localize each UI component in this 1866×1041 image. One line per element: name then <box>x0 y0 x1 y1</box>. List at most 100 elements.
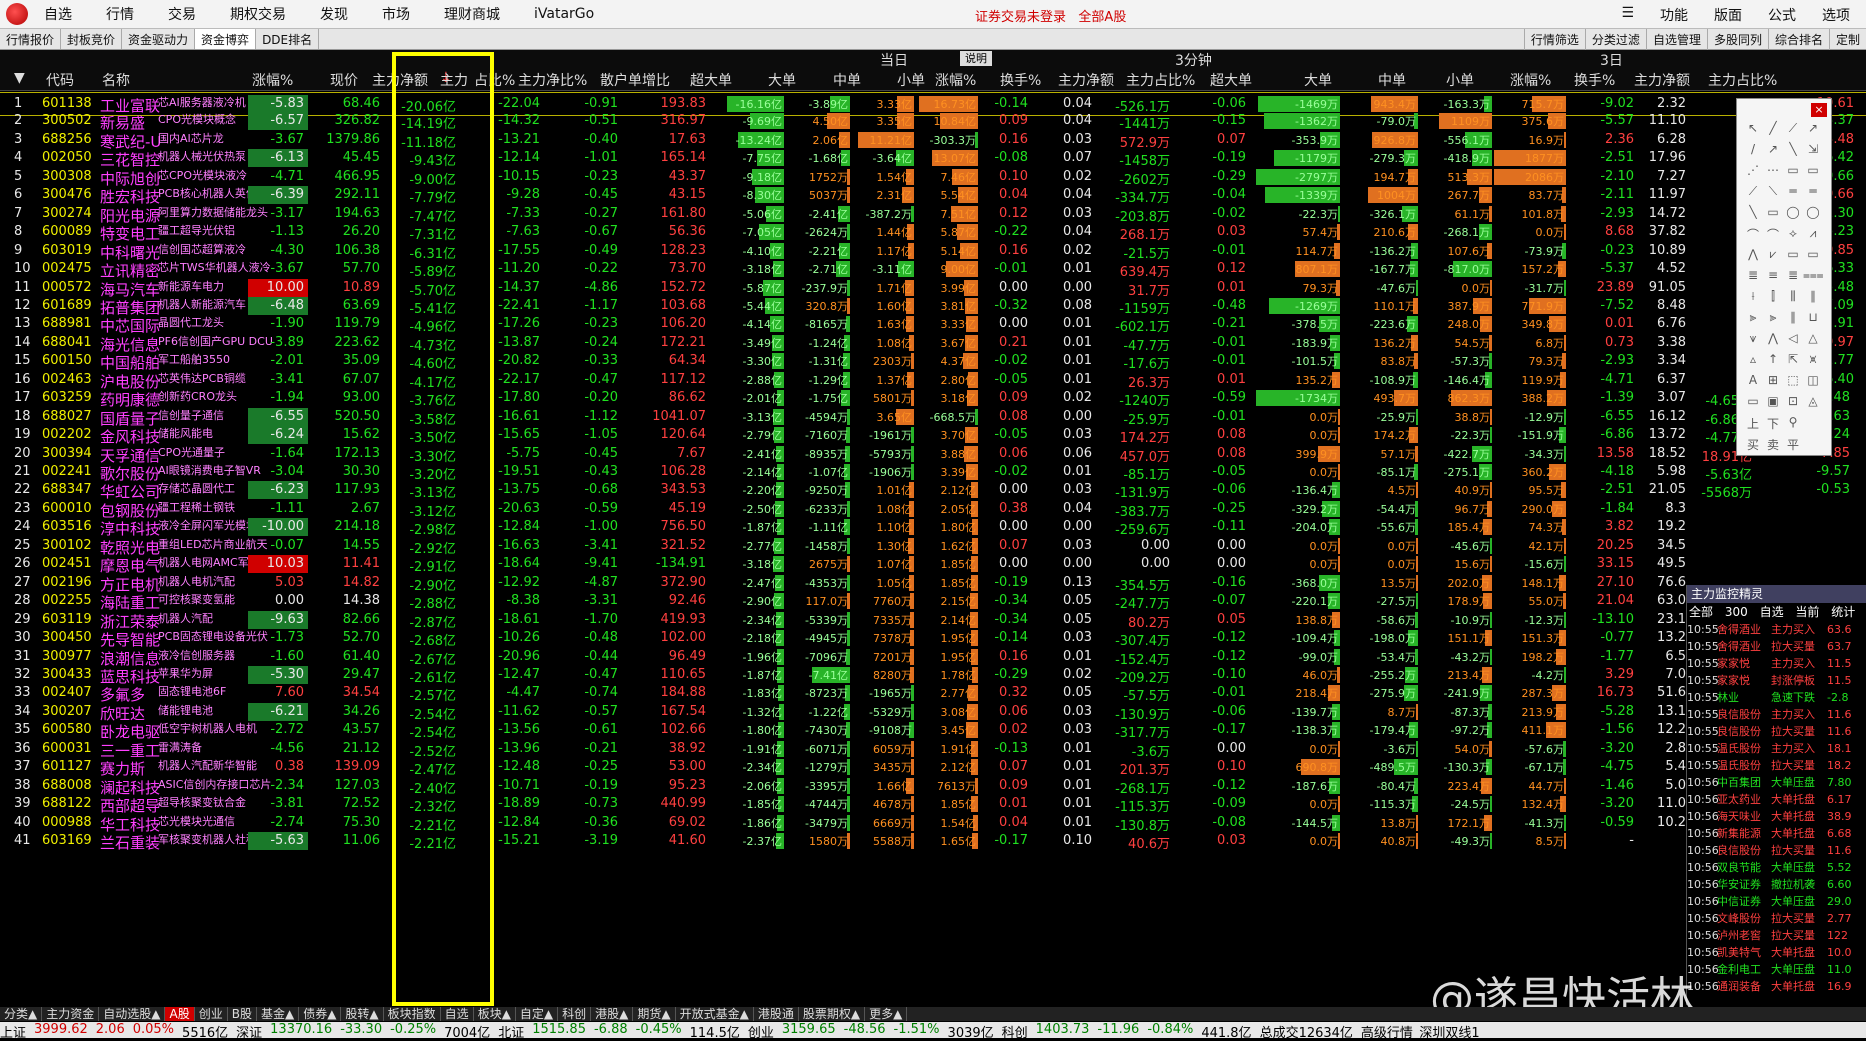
menu-gongshi[interactable]: 公式 <box>1768 5 1796 25</box>
tab-fenlei-guolv[interactable]: 分类过滤 <box>1584 29 1646 50</box>
draw-tool-icon[interactable]: ⋯ <box>1763 163 1783 184</box>
stock-code[interactable]: 002050 <box>42 150 92 165</box>
market-tab[interactable]: 港股通 <box>754 1007 799 1021</box>
monitor-row[interactable]: 10:56亚太药业 大单托盘 6.17 <box>1687 791 1866 808</box>
draw-tool-icon[interactable]: ▭ <box>1803 247 1823 268</box>
draw-tool-icon[interactable]: ▭ <box>1803 163 1823 184</box>
stock-code[interactable]: 601127 <box>42 759 92 774</box>
draw-tool-icon[interactable]: ≣ <box>1743 268 1763 289</box>
stock-code[interactable]: 603019 <box>42 243 92 258</box>
stock-code[interactable]: 300394 <box>42 446 92 461</box>
menu-faxian[interactable]: 发现 <box>320 4 348 24</box>
draw-tool-icon[interactable]: 上 <box>1743 415 1763 436</box>
draw-tool-icon[interactable]: △ <box>1803 331 1823 352</box>
monitor-row[interactable]: 10:56文峰股份 拉大买量 2.77 <box>1687 910 1866 927</box>
monitor-stock[interactable]: 温氏股份 <box>1717 740 1771 757</box>
col-turnover-3m[interactable]: 换手% <box>1000 70 1041 90</box>
col-lg-order[interactable]: 大单 <box>768 70 796 90</box>
monitor-row[interactable]: 10:55林业 急速下跌 -2.8 <box>1687 689 1866 706</box>
market-tab[interactable]: 股票期权▲ <box>799 1007 866 1021</box>
menu-qiquan[interactable]: 期权交易 <box>230 4 286 24</box>
market-tab[interactable]: 债券▲ <box>299 1007 342 1021</box>
tab-dingzhi[interactable]: 定制 <box>1828 29 1866 50</box>
draw-tool-icon[interactable]: ↗ <box>1763 142 1783 163</box>
stock-code[interactable]: 002255 <box>42 593 92 608</box>
draw-tool-icon[interactable]: ⩛ <box>1743 331 1763 352</box>
draw-tool-icon[interactable]: ⟋ <box>1743 184 1763 205</box>
col-change-3m[interactable]: 涨幅% <box>935 70 976 90</box>
monitor-row[interactable]: 10:56金利电工 大单压盘 11.0 <box>1687 961 1866 978</box>
draw-tool-icon[interactable]: ⇲ <box>1803 142 1823 163</box>
col-main-net-3m[interactable]: 主力净额 <box>1058 70 1114 90</box>
tab-fengban-jingjia[interactable]: 封板竞价 <box>61 29 123 49</box>
monitor-row[interactable]: 10:56良信股份 拉大买量 11.6 <box>1687 842 1866 859</box>
draw-tool-icon[interactable]: ⫼ <box>1783 289 1803 310</box>
stock-code[interactable]: 300433 <box>42 667 92 682</box>
col-retail-growth[interactable]: 散户单增比 <box>600 70 670 90</box>
monitor-row[interactable]: 10:56新集能源 大单托盘 6.68 <box>1687 825 1866 842</box>
col-price[interactable]: 现价 <box>330 70 358 90</box>
draw-tool-icon[interactable]: ⩶ <box>1803 268 1824 289</box>
market-tab[interactable]: 主力资金 <box>42 1007 100 1021</box>
stock-code[interactable]: 002196 <box>42 575 92 590</box>
monitor-stock[interactable]: 华安证券 <box>1717 876 1771 893</box>
monitor-stock[interactable]: 双良节能 <box>1717 859 1771 876</box>
monitor-stock[interactable]: 凯美特气 <box>1717 944 1771 961</box>
stock-code[interactable]: 600150 <box>42 353 92 368</box>
draw-tool-icon[interactable]: ▵ <box>1743 352 1763 373</box>
monitor-stock[interactable]: 良信股份 <box>1717 842 1771 859</box>
draw-tool-icon[interactable]: ╱ <box>1763 121 1783 142</box>
draw-tool-icon[interactable]: ╲ <box>1743 205 1763 226</box>
draw-tool-icon[interactable]: 下 <box>1763 415 1783 436</box>
draw-tool-icon[interactable]: ⫿ <box>1763 289 1783 310</box>
market-tab[interactable]: 自定▲ <box>516 1007 559 1021</box>
stock-code[interactable]: 002451 <box>42 556 92 571</box>
draw-tool-icon[interactable]: ↑ <box>1763 352 1783 373</box>
col-name[interactable]: 名称 <box>102 70 130 90</box>
col-sm-order-3m[interactable]: 小单 <box>1446 70 1474 90</box>
stock-code[interactable]: 000988 <box>42 815 92 830</box>
col-lg-order-3m[interactable]: 大单 <box>1304 70 1332 90</box>
draw-tool-icon[interactable]: ∥ <box>1783 310 1803 331</box>
col-main-ratio-3d[interactable]: 主力占比% <box>1708 70 1777 90</box>
monitor-stock[interactable]: 良信股份 <box>1717 706 1771 723</box>
stock-code[interactable]: 688008 <box>42 778 92 793</box>
draw-tool-icon[interactable]: ⟋ <box>1783 121 1803 142</box>
login-status[interactable]: 证券交易未登录 全部A股 <box>975 6 1126 25</box>
monitor-row[interactable]: 10:56中百集团 大单压盘 7.80 <box>1687 774 1866 791</box>
monitor-stock[interactable]: 林业 <box>1717 689 1771 706</box>
menu-zixuan[interactable]: 自选 <box>44 4 72 24</box>
draw-tool-icon[interactable]: ⬚ <box>1783 373 1803 394</box>
menu-shichang[interactable]: 市场 <box>382 4 410 24</box>
monitor-stock[interactable]: 新集能源 <box>1717 825 1771 842</box>
draw-tool-icon[interactable]: A <box>1743 373 1763 394</box>
monitor-stock[interactable]: 海天味业 <box>1717 808 1771 825</box>
draw-tool-icon[interactable]: ⊡ <box>1783 394 1803 415</box>
monitor-stock[interactable]: 温氏股份 <box>1717 757 1771 774</box>
monitor-row[interactable]: 10:55温氏股份 主力买入 18.1 <box>1687 740 1866 757</box>
monitor-stock[interactable]: 舍得酒业 <box>1717 638 1771 655</box>
market-tab[interactable]: 科创 <box>558 1007 592 1021</box>
draw-tool-icon[interactable]: ⚲ <box>1783 415 1803 436</box>
draw-tool-icon[interactable] <box>1803 415 1823 436</box>
stock-code[interactable]: 002475 <box>42 261 92 276</box>
draw-tool-icon[interactable]: ╲ <box>1783 142 1803 163</box>
draw-tool-icon[interactable]: ⟊ <box>1743 289 1763 310</box>
stock-code[interactable]: 600010 <box>42 501 92 516</box>
monitor-row[interactable]: 10:55温氏股份 拉大买量 18.2 <box>1687 757 1866 774</box>
menu-ivatargo[interactable]: iVatarGo <box>534 6 594 22</box>
draw-tool-icon[interactable]: ◫ <box>1803 373 1823 394</box>
market-tab[interactable]: 基金▲ <box>257 1007 300 1021</box>
draw-tool-icon[interactable]: ⩙ <box>1803 352 1823 373</box>
monitor-stock[interactable]: 中信证券 <box>1717 893 1771 910</box>
draw-tool-icon[interactable]: ⋰ <box>1743 163 1763 184</box>
stock-code[interactable]: 600031 <box>42 741 92 756</box>
stock-code[interactable]: 603516 <box>42 519 92 534</box>
monitor-tab-300[interactable]: 300 <box>1725 605 1748 619</box>
monitor-row[interactable]: 10:55良信股份 主力买入 11.6 <box>1687 706 1866 723</box>
draw-tool-icon[interactable]: / <box>1743 142 1763 163</box>
draw-tool-icon[interactable]: ▭ <box>1783 247 1803 268</box>
monitor-stock[interactable]: 家家悦 <box>1717 672 1771 689</box>
stock-code[interactable]: 300450 <box>42 630 92 645</box>
monitor-tab-current[interactable]: 当前 <box>1795 605 1819 619</box>
